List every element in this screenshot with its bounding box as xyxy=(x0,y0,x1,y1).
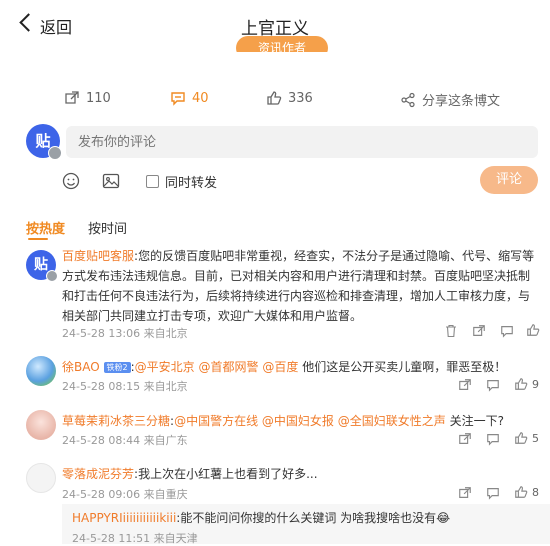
avatar-glyph: 贴 xyxy=(34,257,48,273)
comment-meta: 24-5-28 08:15 来自北京 xyxy=(62,380,188,393)
thumbs-up-icon xyxy=(515,378,528,390)
like-button[interactable]: 8 xyxy=(514,485,539,499)
share-icon xyxy=(401,92,415,107)
comment-body: 零落成泥芬芳:我上次在小红薯上也看到了好多... xyxy=(62,467,318,481)
checkbox-icon[interactable] xyxy=(146,175,159,188)
verified-badge-icon xyxy=(48,146,62,160)
comment-author[interactable]: 零落成泥芬芳 xyxy=(62,467,134,481)
share-label: 分享这条博文 xyxy=(422,94,501,109)
comment-input[interactable] xyxy=(66,126,538,158)
comment-icon xyxy=(171,92,185,106)
like-count: 336 xyxy=(288,90,313,106)
comment-body: 百度贴吧客服:您的反馈百度贴吧非常重视，经查实，不法分子是通过隐喻、代号、缩写等… xyxy=(62,249,535,323)
comment-meta: 24-5-28 13:06 来自北京 xyxy=(62,327,188,340)
repost-icon xyxy=(65,91,79,104)
repost-checkbox-label: 同时转发 xyxy=(165,176,218,191)
comment-icon[interactable] xyxy=(486,486,500,500)
reply-author[interactable]: HAPPYRIiiiiiiiiiiikiii xyxy=(72,511,176,525)
mention[interactable]: @全国妇联女性之声 xyxy=(338,414,446,428)
avatar: 贴 xyxy=(26,124,62,160)
comment-text: 关注一下? xyxy=(449,414,504,428)
comment-text: 他们这是公开买卖儿童啊，罪恶至极！ xyxy=(302,360,507,374)
comment-avatar[interactable]: 贴 xyxy=(26,250,58,282)
comment-meta: 24-5-28 08:44 来自广东 xyxy=(62,434,188,447)
pill-clip xyxy=(0,52,550,66)
comment-icon[interactable] xyxy=(500,324,514,338)
comment-avatar[interactable] xyxy=(26,410,56,440)
repost-icon[interactable] xyxy=(458,432,472,446)
repost-icon[interactable] xyxy=(458,378,472,392)
comment-body: 草莓茉莉冰茶三分糖:@中国警方在线 @中国妇女报 @全国妇联女性之声 关注一下? xyxy=(62,414,504,428)
comment-avatar[interactable] xyxy=(26,356,56,386)
comment-stat[interactable]: 40 xyxy=(170,90,209,106)
like-button[interactable]: 5 xyxy=(514,431,539,445)
like-count: 8 xyxy=(532,485,539,499)
repost-count: 110 xyxy=(86,90,111,106)
active-tab-indicator xyxy=(28,238,48,240)
mention[interactable]: @百度 xyxy=(262,360,298,374)
comment-text: 我上次在小红薯上也看到了好多... xyxy=(138,467,318,481)
repost-stat[interactable]: 110 xyxy=(64,90,111,106)
delete-icon[interactable] xyxy=(444,324,458,338)
laughing-emoji-icon: 😂 xyxy=(436,511,451,525)
like-button[interactable]: 9 xyxy=(514,377,539,391)
thumbs-up-icon xyxy=(515,432,528,444)
comment-icon[interactable] xyxy=(486,378,500,392)
like-stat[interactable]: 336 xyxy=(266,90,313,106)
submit-comment-button[interactable]: 评论 xyxy=(480,166,538,194)
comment-author[interactable]: 草莓茉莉冰茶三分糖 xyxy=(62,414,170,428)
repost-checkbox[interactable]: 同时转发 xyxy=(146,172,217,191)
comment-author[interactable]: 百度贴吧客服 xyxy=(62,249,134,263)
emoji-icon[interactable] xyxy=(62,172,80,190)
mention[interactable]: @平安北京 xyxy=(135,360,195,374)
thumbs-up-icon[interactable] xyxy=(526,323,540,337)
avatar-glyph: 贴 xyxy=(35,132,51,150)
repost-icon[interactable] xyxy=(472,324,486,338)
fan-badge: 铁粉2 xyxy=(103,362,131,373)
comment-body: 徐BAO 铁粉2:@平安北京 @首都网警 @百度 他们这是公开买卖儿童啊，罪恶至… xyxy=(62,360,507,374)
thumbs-up-icon xyxy=(267,91,282,105)
mention[interactable]: @中国警方在线 xyxy=(174,414,258,428)
reply-body: HAPPYRIiiiiiiiiiiikiii:能不能问问你搜的什么关键词 为啥我… xyxy=(72,511,451,525)
like-count: 5 xyxy=(532,431,539,445)
comment-icon[interactable] xyxy=(486,432,500,446)
mention[interactable]: @中国妇女报 xyxy=(262,414,334,428)
image-icon[interactable] xyxy=(102,172,120,190)
tab-sort-hot[interactable]: 按热度 xyxy=(26,218,65,237)
tab-sort-time[interactable]: 按时间 xyxy=(88,218,127,237)
mention[interactable]: @首都网警 xyxy=(199,360,259,374)
share-button[interactable]: 分享这条博文 xyxy=(400,90,500,109)
comment-avatar[interactable] xyxy=(26,463,56,493)
comment-meta: 24-5-28 09:06 来自重庆 xyxy=(62,488,188,501)
comment-author[interactable]: 徐BAO xyxy=(62,360,100,374)
verified-badge-icon xyxy=(46,270,58,282)
like-count: 9 xyxy=(532,377,539,391)
thumbs-up-icon xyxy=(515,486,528,498)
comment-count: 40 xyxy=(192,90,209,106)
reply-text: 能不能问问你搜的什么关键词 为啥我搜啥也没有 xyxy=(180,511,437,525)
repost-icon[interactable] xyxy=(458,486,472,500)
